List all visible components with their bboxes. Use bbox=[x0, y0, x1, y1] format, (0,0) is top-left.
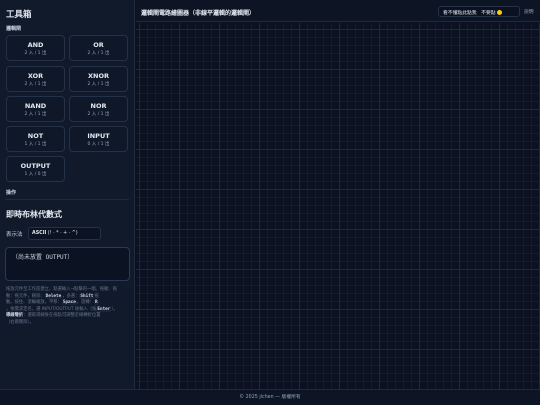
gate-and[interactable]: AND 2 入 / 1 出 bbox=[6, 35, 65, 61]
help-text: 拖放元件至工作區建立。點選輸入→點擊的一端。拖動、拖 動：拖元件，刪除：Dele… bbox=[6, 287, 130, 326]
gate-io: 2 入 / 1 出 bbox=[24, 112, 47, 117]
help-line: ，多選： bbox=[62, 293, 80, 299]
help-button[interactable]: 看不懂點此點我 不要點 bbox=[438, 6, 520, 17]
about-link[interactable]: 說明 bbox=[524, 8, 534, 15]
gate-io: 2 入 / 1 出 bbox=[87, 112, 110, 117]
gate-name: XOR bbox=[27, 72, 44, 80]
help-line: ）。 bbox=[111, 306, 118, 312]
help-line: 。依需求定名，選 INPUT/OUTPUT 後輸入（按 bbox=[6, 306, 97, 312]
gate-name: AND bbox=[27, 41, 44, 49]
kbd-r: R bbox=[93, 300, 99, 305]
help-line: 動：拖元件，刪除： bbox=[6, 293, 45, 299]
help-line: ，旋轉： bbox=[76, 300, 94, 305]
representation-value: ASCII bbox=[32, 231, 47, 236]
toolbox-sidebar: 工具箱 邏輯閘 AND 2 入 / 1 出 OR 2 入 / 1 出 XOR 2… bbox=[0, 0, 135, 389]
gate-xnor[interactable]: XNOR 2 入 / 1 出 bbox=[69, 66, 128, 92]
expression-title: 即時布林代數式 bbox=[6, 210, 62, 219]
gate-not[interactable]: NOT 1 入 / 1 出 bbox=[6, 126, 65, 152]
help-button-label: 看不懂點此點我 bbox=[443, 11, 477, 16]
gate-input[interactable]: INPUT 0 入 / 1 出 bbox=[69, 126, 128, 152]
footer: © 2025 jichen — 版權所有 bbox=[0, 389, 540, 405]
gate-name: OR bbox=[93, 41, 104, 49]
help-highlight: 導線彎折 bbox=[6, 313, 24, 318]
gate-io: 2 入 / 1 出 bbox=[24, 51, 47, 56]
gate-name: NOT bbox=[27, 132, 44, 140]
gate-name: INPUT bbox=[87, 132, 110, 140]
circuit-canvas[interactable] bbox=[136, 23, 540, 389]
gates-section-title: 邏輯閘 bbox=[6, 26, 22, 32]
help-line: 拖放元件至工作區建立。點選輸入→點擊的一端。拖動、拖 bbox=[6, 287, 118, 292]
kbd-shift: Shift bbox=[79, 293, 95, 299]
gate-nor[interactable]: NOR 2 入 / 1 出 bbox=[69, 96, 128, 122]
gate-io: 2 入 / 1 出 bbox=[87, 82, 110, 87]
gate-nand[interactable]: NAND 2 入 / 1 出 bbox=[6, 96, 65, 122]
representation-symbols: (! · * · + · ^) bbox=[47, 231, 78, 236]
app-window: 工具箱 邏輯閘 AND 2 入 / 1 出 OR 2 入 / 1 出 XOR 2… bbox=[0, 0, 540, 405]
page-title: 邏輯閘電路繪圖器（非線平邏輯的邏輯閘） bbox=[141, 10, 256, 17]
gate-io: 2 入 / 1 出 bbox=[87, 51, 110, 56]
expression-text: （尚未放置 OUTPUT） bbox=[12, 254, 74, 261]
copyright-text: © 2025 jichen — 版權所有 bbox=[239, 395, 301, 400]
gate-name: OUTPUT bbox=[20, 162, 51, 170]
help-line: （右鍵刪除）。 bbox=[6, 319, 34, 325]
kbd-space: Space bbox=[61, 300, 77, 305]
gate-output[interactable]: OUTPUT 1 入 / 0 出 bbox=[6, 156, 65, 182]
gate-io: 1 入 / 0 出 bbox=[24, 172, 47, 177]
workspace: 邏輯閘電路繪圖器（非線平邏輯的邏輯閘） 看不懂點此點我 不要點 說明 bbox=[136, 0, 540, 389]
sidebar-divider bbox=[5, 199, 129, 200]
gate-name: XNOR bbox=[88, 72, 109, 80]
kbd-enter: Enter bbox=[96, 306, 112, 312]
smiley-icon bbox=[496, 10, 502, 15]
help-line: 拖 bbox=[94, 293, 99, 299]
gate-io: 1 入 / 1 出 bbox=[24, 142, 47, 147]
help-line: 動。按住、滾輪縮放，平移： bbox=[6, 300, 62, 305]
gate-io: 2 入 / 1 出 bbox=[24, 82, 47, 87]
gate-io: 0 入 / 1 出 bbox=[87, 142, 110, 147]
representation-select[interactable]: ASCII (! · * · + · ^) bbox=[28, 227, 101, 240]
representation-label: 表示法 bbox=[6, 232, 23, 238]
gate-name: NAND bbox=[24, 102, 47, 110]
toolbox-title: 工具箱 bbox=[6, 10, 32, 20]
gate-xor[interactable]: XOR 2 入 / 1 出 bbox=[6, 66, 65, 92]
ops-section-title: 操作 bbox=[6, 190, 17, 196]
kbd-delete: Delete bbox=[44, 293, 63, 299]
help-line: ：選取導線後在拖點可調整走線轉折位置 bbox=[23, 313, 101, 318]
gate-or[interactable]: OR 2 入 / 1 出 bbox=[69, 35, 128, 61]
dont-touch-label: 不要點 bbox=[481, 11, 496, 16]
expression-output: （尚未放置 OUTPUT） bbox=[5, 247, 130, 281]
top-bar: 邏輯閘電路繪圖器（非線平邏輯的邏輯閘） 看不懂點此點我 不要點 說明 bbox=[136, 0, 540, 22]
gate-name: NOR bbox=[90, 102, 107, 110]
